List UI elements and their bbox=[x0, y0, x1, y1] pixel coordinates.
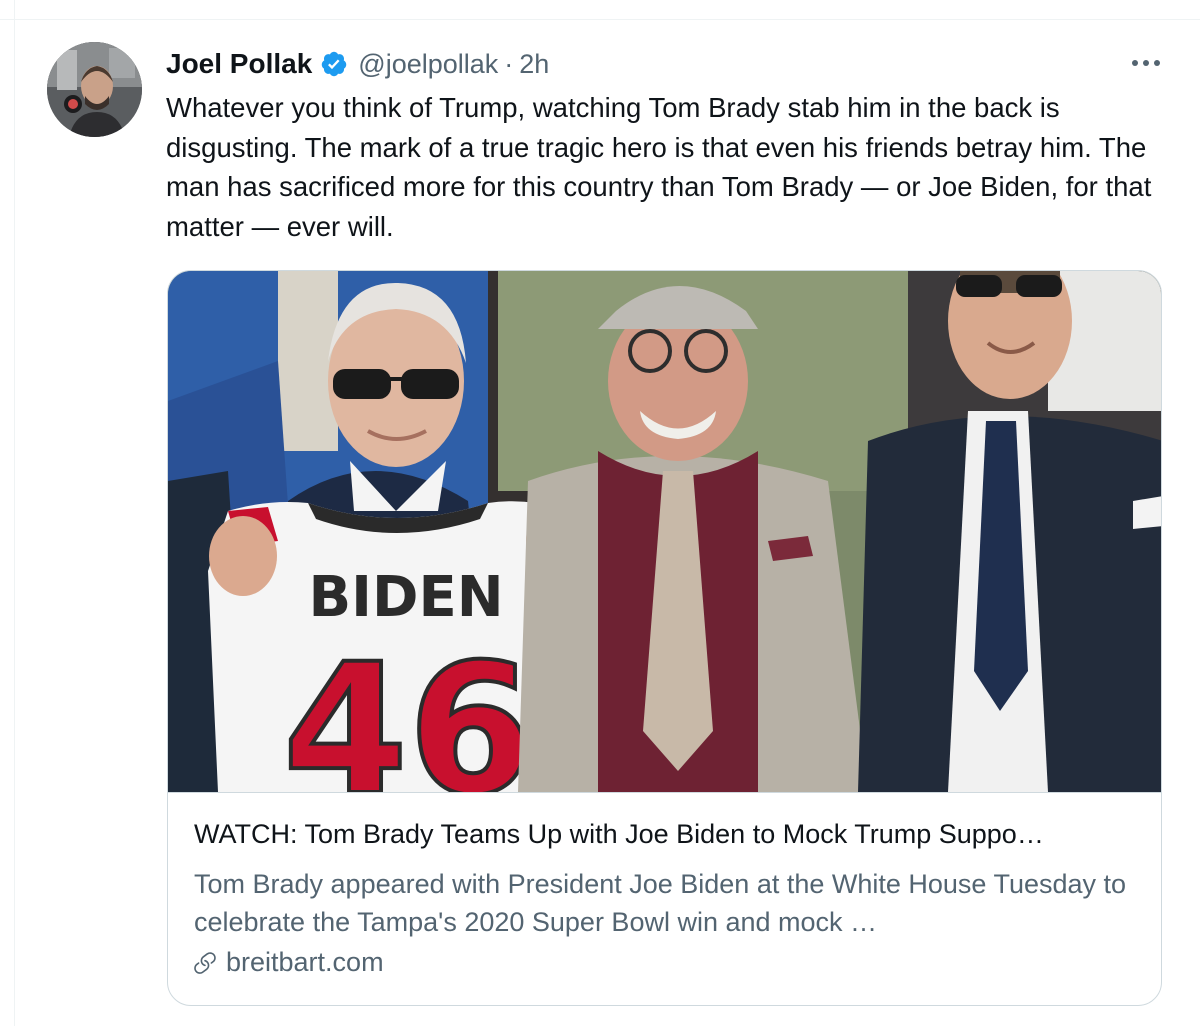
link-icon bbox=[194, 951, 216, 974]
tweet[interactable]: Joel Pollak @joelpollak · 2h Whatever yo… bbox=[0, 0, 1200, 1026]
more-options-icon[interactable] bbox=[1128, 50, 1164, 76]
avatar-photo bbox=[47, 42, 142, 137]
separator-dot: · bbox=[504, 48, 514, 79]
card-domain[interactable]: breitbart.com bbox=[192, 947, 384, 978]
verified-badge-icon bbox=[320, 50, 348, 78]
card-photo: BIDEN 46 bbox=[168, 271, 1161, 792]
jersey-name: BIDEN bbox=[308, 565, 503, 630]
card-description: Tom Brady appeared with President Joe Bi… bbox=[194, 869, 1127, 937]
tweet-header: Joel Pollak @joelpollak · 2h bbox=[166, 44, 549, 84]
tweet-text: Whatever you think of Trump, watching To… bbox=[166, 92, 1152, 242]
timestamp[interactable]: 2h bbox=[519, 49, 549, 80]
card-image: BIDEN 46 bbox=[168, 271, 1161, 793]
divider bbox=[0, 19, 1200, 20]
card-domain-text: breitbart.com bbox=[226, 947, 384, 977]
jersey-number: 46 bbox=[283, 626, 534, 792]
handle[interactable]: @joelpollak bbox=[358, 49, 498, 80]
display-name[interactable]: Joel Pollak bbox=[166, 48, 312, 80]
timeline-border bbox=[14, 0, 15, 1026]
card-title: WATCH: Tom Brady Teams Up with Joe Biden… bbox=[194, 819, 1044, 849]
link-card[interactable]: BIDEN 46 WATCH: Tom Brady Teams Up with … bbox=[167, 270, 1162, 1006]
avatar[interactable] bbox=[47, 42, 142, 137]
